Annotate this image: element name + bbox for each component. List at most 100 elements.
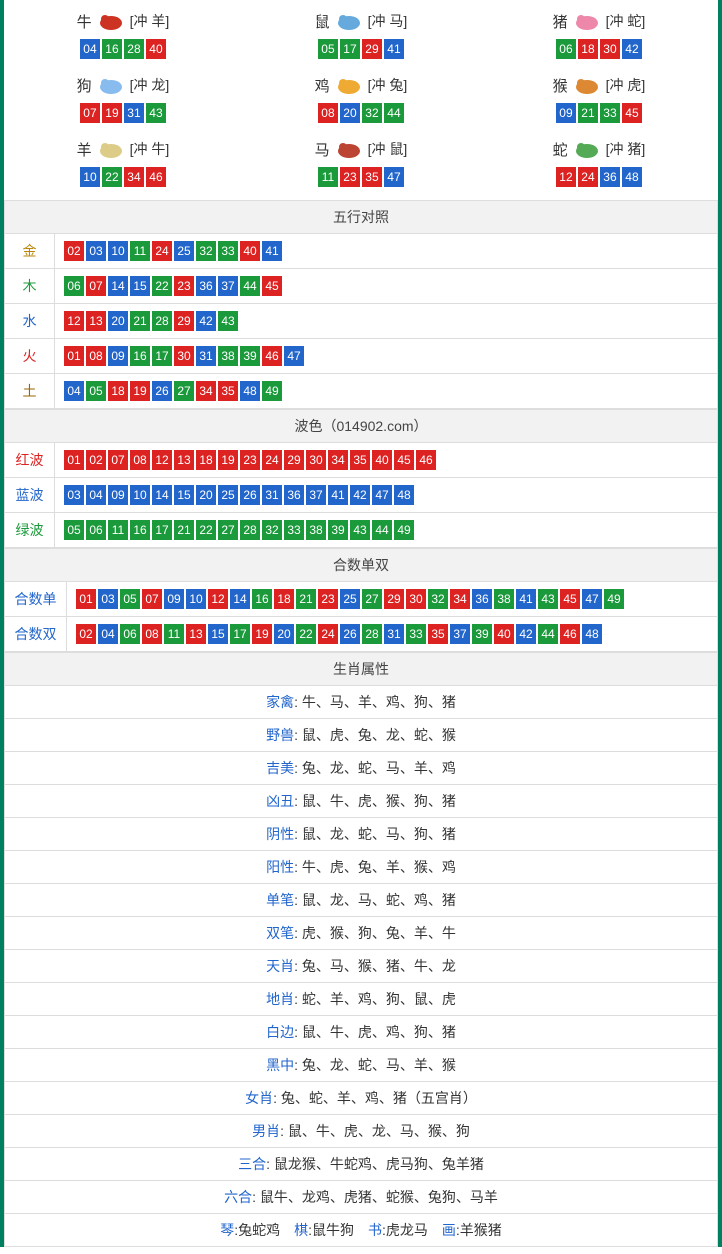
attr-label: 白边 xyxy=(266,1024,294,1040)
number-badge: 35 xyxy=(218,381,238,401)
attr-label: 单笔 xyxy=(266,892,294,908)
attr-value: 虎、猴、狗、兔、羊、牛 xyxy=(302,925,456,941)
row-numbers: 05061116172122272832333839434449 xyxy=(55,513,718,548)
attr-separator: : xyxy=(294,991,302,1007)
number-badge: 33 xyxy=(406,624,426,644)
zodiac-conflict: [冲 马] xyxy=(368,11,408,31)
attr-footer-value: 兔蛇鸡 xyxy=(238,1222,280,1238)
number-badge: 04 xyxy=(86,485,106,505)
number-badge: 46 xyxy=(416,450,436,470)
number-badge: 43 xyxy=(218,311,238,331)
number-badge: 28 xyxy=(152,311,172,331)
number-badge: 39 xyxy=(328,520,348,540)
table-row: 水1213202128294243 xyxy=(5,304,718,339)
zodiac-conflict: [冲 猪] xyxy=(606,139,646,159)
row-numbers: 03040910141520252631363741424748 xyxy=(55,478,718,513)
attr-separator: : xyxy=(273,1090,281,1106)
number-badge: 16 xyxy=(130,520,150,540)
attr-separator: : xyxy=(294,859,302,875)
zodiac-grid: 牛[冲 羊]04162840鼠[冲 马]05172941猪[冲 蛇]061830… xyxy=(4,0,718,200)
attr-label: 男肖 xyxy=(252,1123,280,1139)
number-badge: 30 xyxy=(406,589,426,609)
number-badge: 45 xyxy=(394,450,414,470)
number-badge: 12 xyxy=(556,167,576,187)
attr-separator: : xyxy=(252,1189,260,1205)
zodiac-name: 马 xyxy=(315,139,330,160)
number-badge: 24 xyxy=(262,450,282,470)
zodiac-name: 羊 xyxy=(77,139,92,160)
number-badge: 10 xyxy=(130,485,150,505)
number-badge: 12 xyxy=(152,450,172,470)
number-badge: 32 xyxy=(196,241,216,261)
number-badge: 11 xyxy=(318,167,338,187)
number-badge: 26 xyxy=(240,485,260,505)
number-badge: 18 xyxy=(196,450,216,470)
number-badge: 25 xyxy=(174,241,194,261)
number-badge: 02 xyxy=(86,450,106,470)
number-badge: 17 xyxy=(152,520,172,540)
attr-row: 阴性: 鼠、龙、蛇、马、狗、猪 xyxy=(5,818,718,851)
number-badge: 40 xyxy=(240,241,260,261)
number-badge: 30 xyxy=(600,39,620,59)
number-badge: 23 xyxy=(174,276,194,296)
number-badge: 48 xyxy=(240,381,260,401)
number-badge: 49 xyxy=(394,520,414,540)
number-badge: 31 xyxy=(262,485,282,505)
attr-value: 鼠牛、龙鸡、虎猪、蛇猴、兔狗、马羊 xyxy=(260,1189,498,1205)
number-badge: 33 xyxy=(600,103,620,123)
zodiac-name: 猴 xyxy=(553,75,568,96)
number-badge: 42 xyxy=(350,485,370,505)
attr-separator: : xyxy=(294,826,302,842)
number-badge: 18 xyxy=(578,39,598,59)
attr-row: 野兽: 鼠、虎、兔、龙、蛇、猴 xyxy=(5,719,718,752)
number-badge: 33 xyxy=(284,520,304,540)
number-badge: 37 xyxy=(450,624,470,644)
table-row: 绿波05061116172122272832333839434449 xyxy=(5,513,718,548)
number-badge: 38 xyxy=(306,520,326,540)
number-badge: 16 xyxy=(130,346,150,366)
number-badge: 19 xyxy=(130,381,150,401)
zodiac-icon xyxy=(332,138,366,160)
attr-footer-label: 琴 xyxy=(220,1222,234,1238)
number-badge: 46 xyxy=(262,346,282,366)
attr-value: 鼠、牛、虎、鸡、狗、猪 xyxy=(302,1024,456,1040)
zodiac-numbers: 08203244 xyxy=(242,102,480,124)
number-badge: 31 xyxy=(196,346,216,366)
number-badge: 47 xyxy=(384,167,404,187)
number-badge: 47 xyxy=(372,485,392,505)
row-numbers: 0204060811131517192022242628313335373940… xyxy=(67,617,718,652)
zodiac-numbers: 11233547 xyxy=(242,166,480,188)
attr-separator: : xyxy=(266,1156,274,1172)
number-badge: 10 xyxy=(186,589,206,609)
table-row: 火0108091617303138394647 xyxy=(5,339,718,374)
row-label: 水 xyxy=(5,304,55,339)
attrs-header: 生肖属性 xyxy=(5,653,718,686)
number-badge: 09 xyxy=(108,346,128,366)
zodiac-conflict: [冲 鼠] xyxy=(368,139,408,159)
number-badge: 40 xyxy=(146,39,166,59)
zodiac-cell: 猴[冲 虎]09213345 xyxy=(480,68,718,132)
number-badge: 08 xyxy=(142,624,162,644)
number-badge: 16 xyxy=(252,589,272,609)
number-badge: 22 xyxy=(152,276,172,296)
attr-value: 鼠、虎、兔、龙、蛇、猴 xyxy=(302,727,456,743)
attr-value: 鼠、龙、蛇、马、狗、猪 xyxy=(302,826,456,842)
number-badge: 34 xyxy=(124,167,144,187)
zodiac-name: 牛 xyxy=(77,11,92,32)
row-label: 红波 xyxy=(5,443,55,478)
attr-label: 野兽 xyxy=(266,727,294,743)
number-badge: 27 xyxy=(174,381,194,401)
row-label: 合数单 xyxy=(5,582,67,617)
table-row: 金02031011242532334041 xyxy=(5,234,718,269)
attr-label: 地肖 xyxy=(266,991,294,1007)
zodiac-numbers: 06183042 xyxy=(480,38,718,60)
number-badge: 37 xyxy=(218,276,238,296)
number-badge: 24 xyxy=(318,624,338,644)
zodiac-cell: 牛[冲 羊]04162840 xyxy=(4,4,242,68)
attr-value: 兔、马、猴、猪、牛、龙 xyxy=(302,958,456,974)
number-badge: 13 xyxy=(174,450,194,470)
number-badge: 41 xyxy=(516,589,536,609)
number-badge: 36 xyxy=(196,276,216,296)
attr-label: 黑中 xyxy=(266,1057,294,1073)
number-badge: 28 xyxy=(124,39,144,59)
